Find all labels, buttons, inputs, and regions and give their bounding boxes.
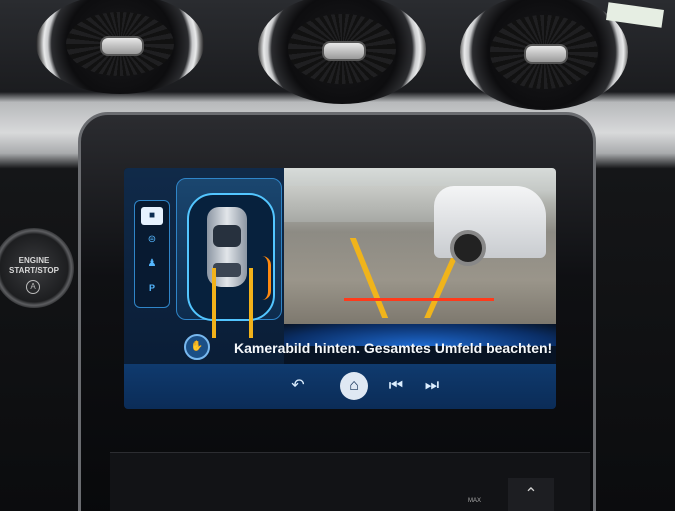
air-vent-right [460,0,628,110]
chevron-up-button[interactable]: ⌃ [508,478,554,511]
vent-adjuster[interactable] [524,44,568,64]
car-rear-window [213,263,241,277]
bottom-navigation-bar: ↶ ⌂ ⏮ ⏭ [124,364,556,409]
rear-camera-view [284,168,556,328]
start-stop-label: START/STOP [9,266,59,275]
skip-previous-icon[interactable]: ⏮ [382,372,410,400]
car-windshield [213,225,241,247]
air-vent-left [36,0,204,94]
air-vent-center [258,0,426,104]
stop-distance-line [344,298,494,301]
back-arrow-icon[interactable]: ↶ [284,372,312,400]
sensor-icon[interactable]: ⊜ [141,231,163,249]
parking-mode-icon[interactable]: ■ [141,207,163,225]
suv-wheel [450,230,486,266]
car-interior-photo: ENGINE START/STOP A ■ ⊜ ♟ P ✋ Kamerabild… [0,0,675,511]
home-icon[interactable]: ⌂ [340,372,368,400]
park-assist-icon[interactable]: P [141,279,163,297]
voice-control-icon[interactable]: ✋ [184,334,210,360]
engine-label: ENGINE [18,256,50,265]
parking-sidebar: ■ ⊜ ♟ P [134,200,170,308]
engine-start-stop-button[interactable]: ENGINE START/STOP A [0,228,74,308]
skip-next-icon[interactable]: ⏭ [418,372,446,400]
guide-line-right [249,268,253,338]
max-label: MAX [468,498,482,504]
driver-icon[interactable]: ♟ [141,255,163,273]
parking-guide-left [349,238,389,318]
auto-start-stop-icon: A [26,280,40,294]
infotainment-screen: ■ ⊜ ♟ P ✋ Kamerabild hinten. Gesamtes Um… [124,168,556,409]
camera-message: Kamerabild hinten. Gesamtes Umfeld beach… [234,340,553,356]
park-assist-label: P [148,283,155,293]
vent-adjuster[interactable] [322,41,366,61]
proximity-warning-arc [262,256,271,300]
guide-line-left [212,268,216,338]
vent-adjuster[interactable] [100,36,144,56]
